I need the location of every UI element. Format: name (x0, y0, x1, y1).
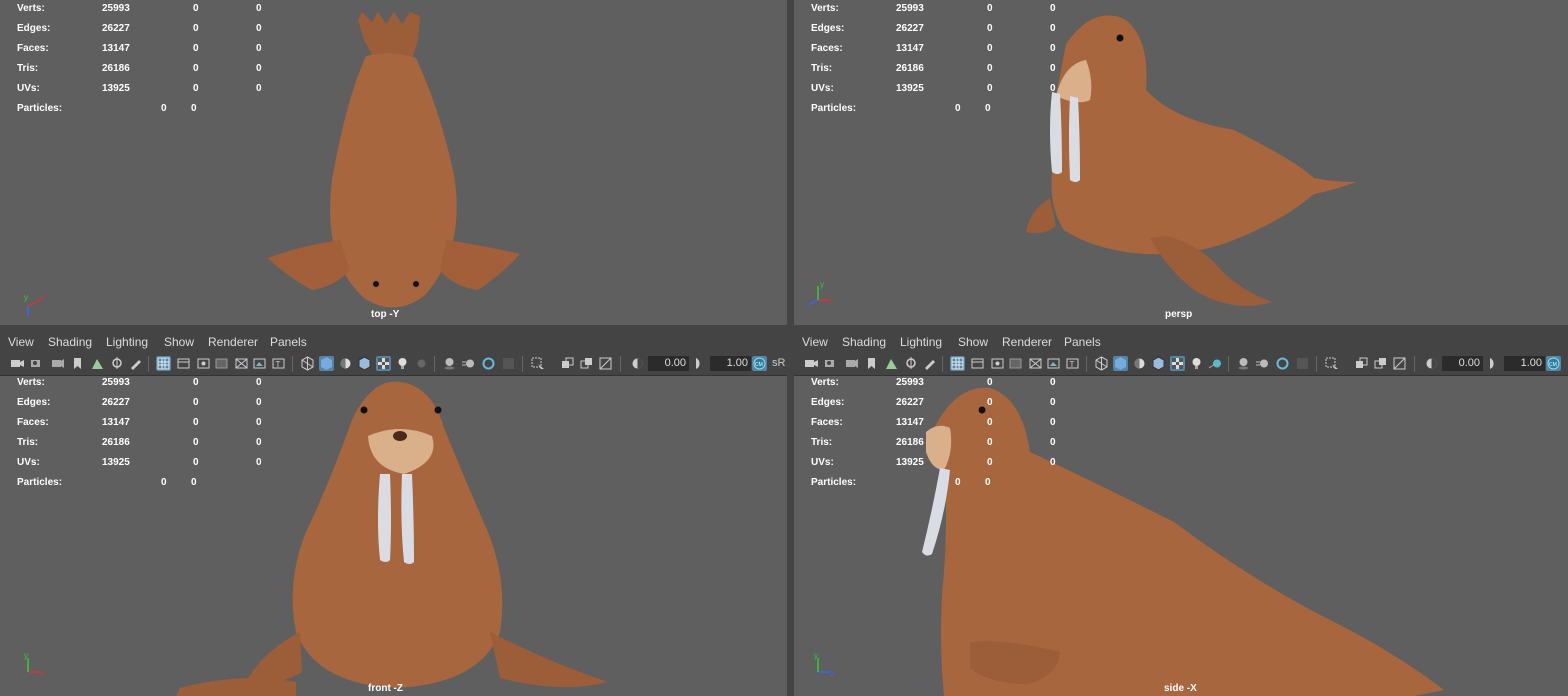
axis-y-label: y (814, 651, 818, 660)
axis-x-label: x (40, 669, 44, 676)
axis-z-label: z (806, 302, 810, 306)
axis-y-label: y (24, 293, 28, 302)
camera-label-top: top -Y (371, 309, 400, 320)
axis-gizmo-icon: z y (814, 651, 834, 676)
axis-x-label: x (40, 293, 44, 302)
axis-y-label: y (24, 651, 28, 660)
camera-label-front: front -Z (368, 683, 403, 694)
viewport-persp[interactable]: Verts: 25993 0 0 Edges: 26227 0 0 Faces: 13147 0… (794, 0, 1568, 325)
axis-x-label: x (830, 297, 832, 306)
viewport-top[interactable]: Verts: 25993 0 0 Edges: 26227 0 0 Faces: 13147 0… (0, 0, 787, 325)
camera-label-persp: persp (1165, 309, 1193, 320)
camera-label-side: side -X (1164, 683, 1197, 694)
axis-gizmo-icon: x y (24, 651, 44, 676)
pane-splitter-horizontal[interactable] (0, 325, 1568, 332)
viewport-side[interactable]: View Shading Lighting Show Renderer Pane… (794, 332, 1568, 696)
viewport-front[interactable]: View Shading Lighting Show Renderer Pane… (0, 332, 787, 696)
axis-gizmo-icon: x y z (806, 280, 832, 306)
axis-y-label: y (820, 280, 824, 289)
axis-gizmo-icon: x y (24, 293, 44, 316)
pane-splitter-vertical[interactable] (787, 0, 794, 696)
axis-z-label: z (830, 669, 834, 676)
